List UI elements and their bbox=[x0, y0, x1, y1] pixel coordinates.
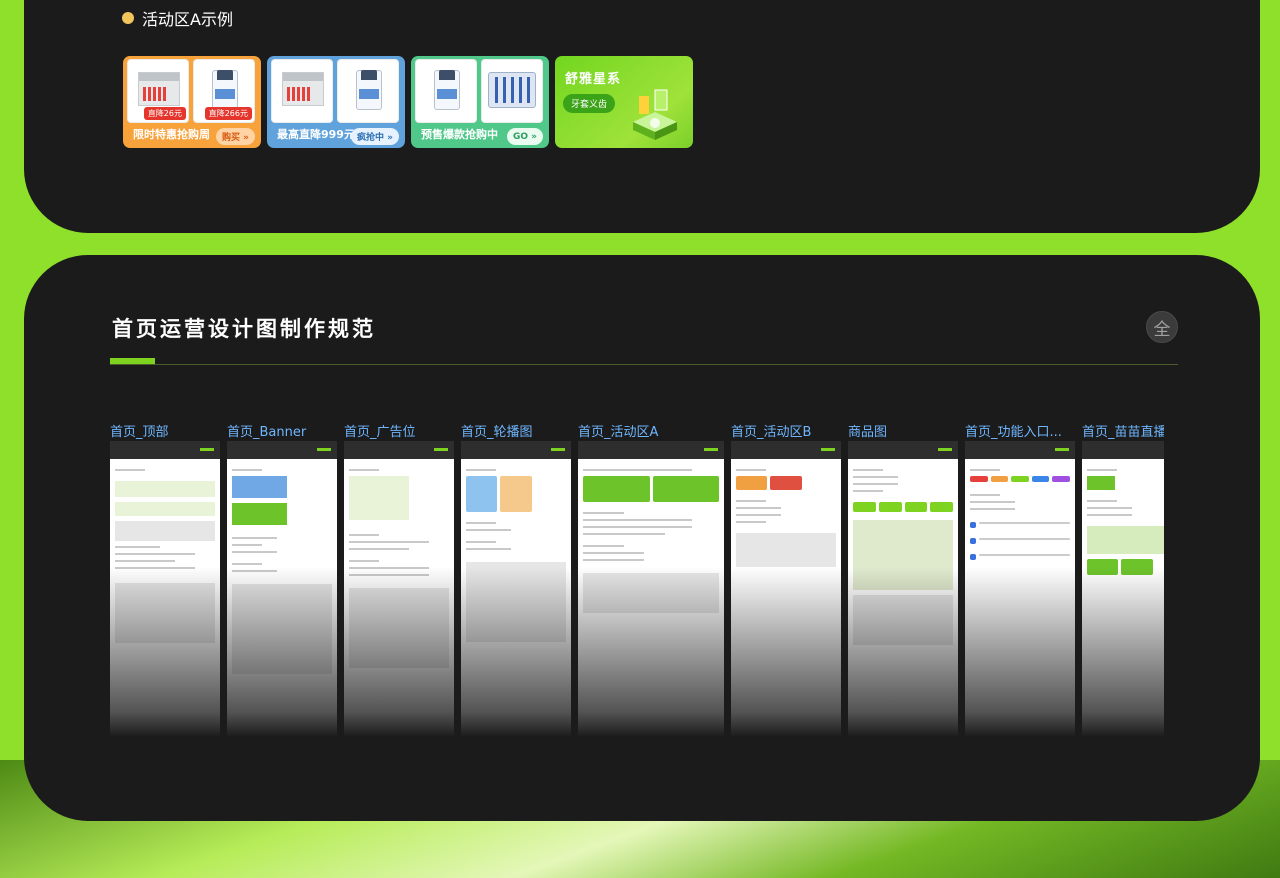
rush-button[interactable]: 疯抢中 » bbox=[351, 128, 399, 145]
thumbnail-item[interactable]: 商品图 bbox=[848, 421, 958, 737]
thumbnail-label[interactable]: 首页_Banner bbox=[227, 421, 306, 441]
thumbnail-preview[interactable] bbox=[344, 441, 454, 737]
section-header: 活动区A示例 bbox=[122, 6, 233, 30]
thumbnail-item[interactable]: 首页_广告位 bbox=[344, 421, 454, 737]
thumbnail-item[interactable]: 首页_Banner bbox=[227, 421, 337, 737]
section-title: 活动区A示例 bbox=[142, 10, 233, 29]
isometric-illustration-icon bbox=[633, 89, 677, 140]
activity-card-1[interactable]: 直降26元 直降266元 限时特惠抢购周 购买 » bbox=[123, 56, 261, 148]
thumbnail-preview[interactable] bbox=[731, 441, 841, 737]
spec-title: 首页运营设计图制作规范 bbox=[112, 317, 376, 341]
product-image bbox=[481, 59, 543, 123]
thumbnail-label[interactable]: 首页_广告位 bbox=[344, 421, 416, 441]
price-tag: 直降266元 bbox=[204, 107, 252, 120]
activity-card-4[interactable]: 舒雅星系 牙套义齿 bbox=[555, 56, 693, 148]
product-box-icon bbox=[282, 72, 324, 106]
thumbnail-item[interactable]: 首页_轮播图 bbox=[461, 421, 571, 737]
activity-card-2[interactable]: 最高直降999元 疯抢中 » bbox=[267, 56, 405, 148]
thumbnail-preview[interactable] bbox=[461, 441, 571, 737]
thumbnail-label[interactable]: 首页_活动区B bbox=[731, 421, 811, 441]
thumbnail-item[interactable]: 首页_活动区B bbox=[731, 421, 841, 737]
card-label: 限时特惠抢购周 bbox=[133, 128, 210, 141]
spec-panel: 首页运营设计图制作规范 全 首页_顶部 首页_Banner 首页_广告位 首页_… bbox=[24, 255, 1260, 821]
full-text-badge-icon[interactable]: 全 bbox=[1146, 311, 1178, 343]
product-box-icon bbox=[138, 72, 180, 106]
product-bottle-icon bbox=[356, 70, 382, 110]
thumbnail-preview[interactable] bbox=[110, 441, 220, 737]
activity-cards: 直降26元 直降266元 限时特惠抢购周 购买 » 最高直降999元 疯抢中 » bbox=[123, 56, 693, 148]
thumbnail-label[interactable]: 首页_活动区A bbox=[578, 421, 658, 441]
thumbnail-label[interactable]: 首页_轮播图 bbox=[461, 421, 533, 441]
thumbnail-preview[interactable] bbox=[965, 441, 1075, 737]
thumbnail-label[interactable]: 商品图 bbox=[848, 421, 887, 441]
go-button[interactable]: GO » bbox=[507, 128, 543, 145]
price-tag: 直降26元 bbox=[143, 107, 186, 120]
product-image bbox=[271, 59, 333, 123]
product-bottle-icon bbox=[212, 70, 238, 110]
thumbnail-label[interactable]: 首页_顶部 bbox=[110, 421, 169, 441]
thumbnail-item[interactable]: 首页_苗苗直播 bbox=[1082, 421, 1164, 737]
product-image: 直降266元 bbox=[193, 59, 255, 123]
activity-card-3[interactable]: 预售爆款抢购中 GO » bbox=[411, 56, 549, 148]
thumbnail-item[interactable]: 首页_功能入口... bbox=[965, 421, 1075, 737]
product-image: 直降26元 bbox=[127, 59, 189, 123]
thumbnail-label[interactable]: 首页_功能入口... bbox=[965, 421, 1062, 441]
category-pill[interactable]: 牙套义齿 bbox=[563, 94, 616, 113]
card-label: 最高直降999元 bbox=[277, 128, 355, 141]
thumbnail-item[interactable]: 首页_顶部 bbox=[110, 421, 220, 737]
product-image bbox=[415, 59, 477, 123]
bullet-dot bbox=[122, 12, 134, 24]
buy-button[interactable]: 购买 » bbox=[216, 128, 255, 145]
instrument-tray-icon bbox=[488, 72, 536, 108]
spec-thumbnails: 首页_顶部 首页_Banner 首页_广告位 首页_轮播图 首页_活动区A 首页… bbox=[110, 421, 1164, 741]
thumbnail-preview[interactable] bbox=[227, 441, 337, 737]
thumbnail-preview[interactable] bbox=[578, 441, 724, 737]
thumbnail-preview[interactable] bbox=[848, 441, 958, 737]
card-title: 舒雅星系 bbox=[565, 72, 622, 87]
thumbnail-preview[interactable] bbox=[1082, 441, 1164, 737]
thumbnail-item[interactable]: 首页_活动区A bbox=[578, 421, 724, 737]
product-bottle-icon bbox=[434, 70, 460, 110]
product-image bbox=[337, 59, 399, 123]
title-divider bbox=[110, 364, 1178, 365]
thumbnail-label[interactable]: 首页_苗苗直播 bbox=[1082, 421, 1164, 441]
card-label: 预售爆款抢购中 bbox=[421, 128, 498, 141]
